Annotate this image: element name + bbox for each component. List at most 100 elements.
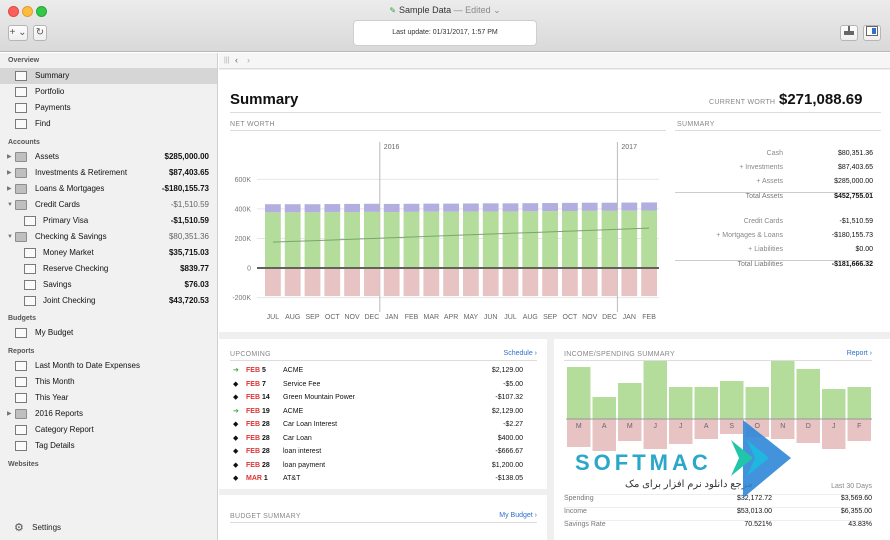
liabilities-bar [284,268,301,297]
assets-bar [502,211,519,269]
schedule-link[interactable]: Schedule › [504,350,537,357]
sidebar-handle-icon[interactable]: ||| [224,53,229,68]
sidebar-account-reserve-checking[interactable]: Reserve Checking $839.77 [0,261,217,277]
x-tick-label: APR [444,314,458,321]
disclosure-closed-icon[interactable]: ▶ [7,181,12,197]
assets-bar [443,211,459,269]
report-link[interactable]: Report › [847,350,872,357]
disclosure-open-icon[interactable]: ▼ [7,197,13,213]
liabilities-bar [403,268,420,297]
sidebar-account-checking-savings[interactable]: ▼ Checking & Savings $80,351.36 [0,229,217,245]
disclosure-open-icon[interactable]: ▼ [7,229,13,245]
upcoming-payee: loan payment [283,461,326,469]
liabilities-bar [383,268,400,297]
page-title: Summary [230,91,299,108]
disclosure-closed-icon[interactable]: ▶ [7,406,12,422]
sidebar-report-category-report[interactable]: Category Report [0,422,217,438]
x-tick-label: DEC [365,314,380,321]
assets-bar [364,211,380,269]
upcoming-amount: -$2.27 [503,421,523,428]
disclosure-closed-icon[interactable]: ▶ [7,149,12,165]
sidebar-account-investments-retirement[interactable]: ▶ Investments & Retirement $87,403.65 [0,165,217,181]
assets-bar [621,210,638,269]
watermark-name: SOFTMAC [575,450,712,475]
settings-button[interactable]: ⚙ Settings [14,521,61,534]
forward-button[interactable]: › [247,53,250,68]
summary-row: Cash $80,351.36 [766,150,873,157]
summary-total-row: Total Liabilities -$181,666.32 [675,260,873,273]
income-spending-row: Savings Rate 70.521% 43.83% [564,520,872,532]
sidebar-account-primary-visa[interactable]: Primary Visa -$1,510.59 [0,213,217,229]
title-divider [230,112,881,113]
x-tick-label: DEC [602,314,617,321]
upcoming-payee: AT&T [283,475,301,482]
liabilities-bar [621,268,638,297]
upcoming-row[interactable]: ◆ FEB 28 loan payment $1,200.00 [233,459,523,472]
sidebar-item-portfolio[interactable]: Portfolio [0,84,217,100]
year-marker-label: 2016 [384,144,400,151]
tray-icon [844,26,854,35]
sidebar-account-assets[interactable]: ▶ Assets $285,000.00 [0,149,217,165]
account-icon [24,248,36,258]
upcoming-row[interactable]: ◆ FEB 28 Car Loan Interest -$2.27 [233,418,523,431]
sidebar-report-2016-reports[interactable]: ▶ 2016 Reports [0,406,217,422]
overview-heading: Overview [8,57,40,64]
assets-bar [522,211,539,269]
sidebar-item-payments[interactable]: Payments [0,100,217,116]
edited-menu[interactable]: — Edited ⌄ [454,5,501,15]
net-worth-panel: Summary CURRENT WORTH $271,088.69 NET WO… [219,70,890,332]
upcoming-row[interactable]: ◆ FEB 7 Service Fee -$5.00 [233,378,523,391]
x-tick-label: SEP [543,314,557,321]
refresh-button[interactable]: ↻ [33,25,47,41]
sidebar-account-savings[interactable]: Savings $76.03 [0,277,217,293]
liabilities-bar [443,268,459,297]
current-worth-label: CURRENT WORTH [709,99,776,106]
sidebar-report-tag-details[interactable]: Tag Details [0,438,217,454]
upcoming-payee: ACME [283,407,304,415]
investments-bar [284,204,301,213]
share-button[interactable] [840,25,858,41]
upcoming-row[interactable]: ◆ FEB 28 loan interest -$666.67 [233,445,523,458]
accounts-heading: Accounts [8,139,40,146]
upcoming-amount: $1,200.00 [491,461,523,469]
investments-bar [423,203,440,212]
upcoming-row[interactable]: ➔ FEB 5 ACME $2,129.00 [233,364,523,377]
upcoming-payee: Car Loan [283,434,312,442]
x-tick-label: OCT [325,314,341,321]
calendar-button[interactable] [863,25,881,41]
assets-bar [601,210,618,269]
upcoming-date: MAR 1 [246,475,268,482]
back-button[interactable]: ‹ [235,53,238,68]
sidebar-item-my-budget[interactable]: My Budget [0,325,217,341]
upcoming-date: FEB 28 [246,434,270,442]
upcoming-row[interactable]: ◆ FEB 28 Car Loan $400.00 [233,432,523,445]
calendar-icon [866,26,878,36]
sidebar-item-find[interactable]: Find [0,116,217,132]
upcoming-row[interactable]: ◆ FEB 14 Green Mountain Power -$107.32 [233,391,523,404]
liabilities-bar [641,268,657,297]
sidebar-report-this-year[interactable]: This Year [0,390,217,406]
app-window: ✎ Sample Data — Edited ⌄ + ⌄ ↻ Last updat… [0,0,890,540]
softmac-watermark: SOFTMAC مرجع دانلود نرم افزار برای مک [573,408,890,508]
disclosure-closed-icon[interactable]: ▶ [7,165,12,181]
sidebar-report-this-month[interactable]: This Month [0,374,217,390]
upcoming-row[interactable]: ◆ MAR 1 AT&T -$138.05 [233,472,523,485]
investments-bar [324,204,341,213]
sidebar-report-last-month-to-date-expenses[interactable]: Last Month to Date Expenses [0,358,217,374]
folder-icon [15,184,27,194]
summary-row: + Liabilities $0.00 [748,246,873,253]
my-budget-link[interactable]: My Budget › [499,512,537,519]
upcoming-date: FEB 7 [246,380,266,388]
x-tick-label: NOV [582,314,598,321]
sidebar-account-credit-cards[interactable]: ▼ Credit Cards -$1,510.59 [0,197,217,213]
upcoming-date: FEB 28 [246,421,270,428]
sidebar-item-summary[interactable]: Summary [0,68,217,84]
sidebar-account-money-market[interactable]: Money Market $35,715.03 [0,245,217,261]
add-button[interactable]: + ⌄ [8,25,28,41]
sidebar-account-joint-checking[interactable]: Joint Checking $43,720.53 [0,293,217,309]
account-icon [24,296,36,306]
sidebar-account-loans-mortgages[interactable]: ▶ Loans & Mortgages -$180,155.73 [0,181,217,197]
investments-bar [463,203,479,212]
upcoming-row[interactable]: ➔ FEB 19 ACME $2,129.00 [233,405,523,418]
investments-bar [621,202,638,211]
